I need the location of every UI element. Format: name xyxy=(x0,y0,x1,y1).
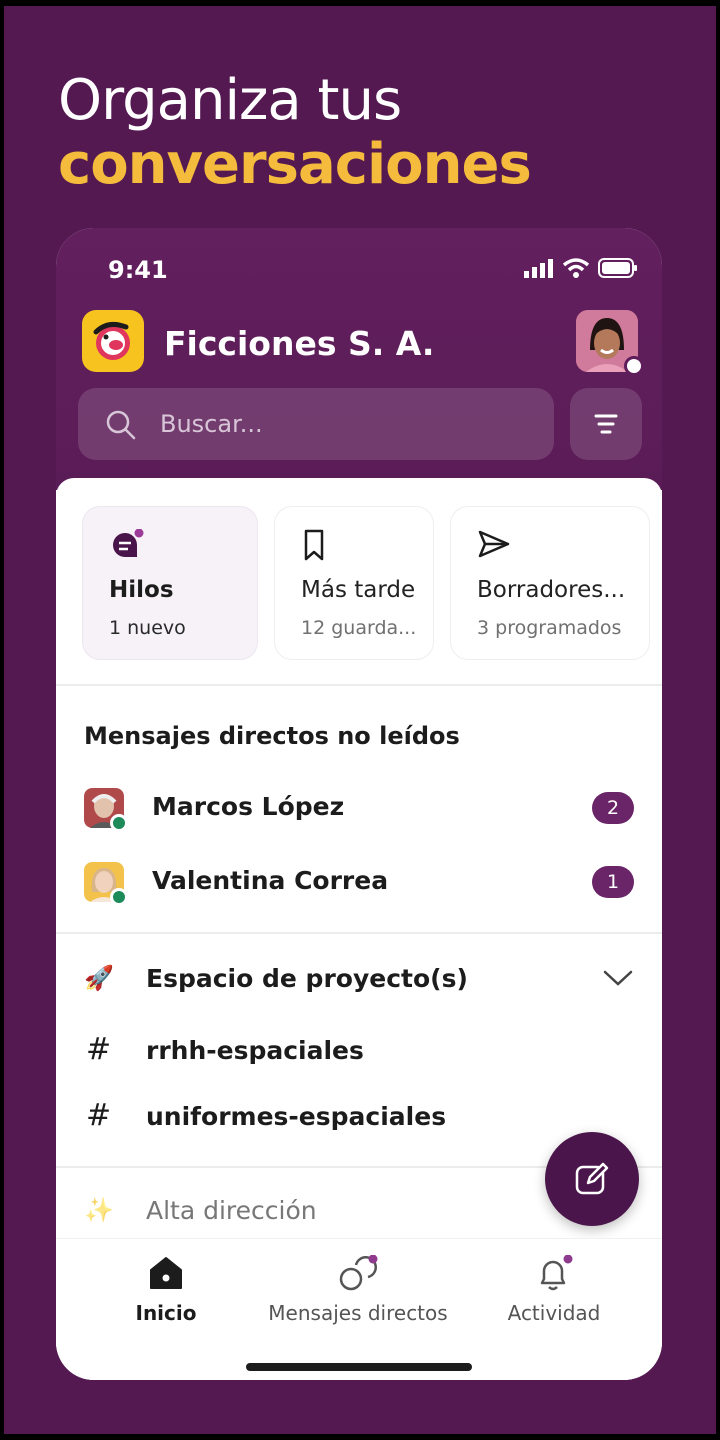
card-drafts-subtitle: 3 programados xyxy=(477,617,622,639)
bell-icon xyxy=(540,1255,573,1291)
workspace-logo-icon xyxy=(93,321,130,360)
tab-activity-label: Actividad xyxy=(507,1301,601,1325)
app-header: 9:41 Ficciones S. A. Buscar... xyxy=(56,228,662,490)
messages-icon xyxy=(339,1255,378,1291)
card-threads-title: Hilos xyxy=(109,577,174,603)
workspace-name[interactable]: Ficciones S. A. xyxy=(164,324,434,363)
tab-home[interactable]: Inicio xyxy=(66,1251,266,1341)
divider xyxy=(56,684,662,686)
tab-direct-messages-label: Mensajes directos xyxy=(268,1301,448,1325)
tab-direct-messages[interactable]: Mensajes directos xyxy=(258,1251,458,1341)
sparkles-icon: ✨ xyxy=(84,1196,114,1224)
card-later[interactable]: Más tarde 12 guarda... xyxy=(274,506,434,660)
hash-icon: # xyxy=(86,1032,112,1067)
filter-icon xyxy=(594,414,618,434)
hash-icon: # xyxy=(86,1098,112,1133)
presence-indicator xyxy=(624,356,644,376)
section-project-space[interactable]: 🚀 Espacio de proyecto(s) xyxy=(56,954,662,1010)
search-placeholder: Buscar... xyxy=(160,410,263,438)
compose-button[interactable] xyxy=(545,1132,639,1226)
online-indicator xyxy=(110,814,128,832)
search-icon xyxy=(106,410,136,440)
card-drafts[interactable]: Borradores... 3 programados xyxy=(450,506,650,660)
home-icon xyxy=(150,1257,182,1289)
card-later-subtitle: 12 guarda... xyxy=(301,617,417,639)
online-indicator xyxy=(110,888,128,906)
channel-name: uniformes-espaciales xyxy=(146,1102,447,1131)
battery-icon xyxy=(598,258,637,278)
unread-dms-heading: Mensajes directos no leídos xyxy=(84,722,460,750)
card-drafts-title: Borradores... xyxy=(477,577,626,603)
card-threads[interactable]: Hilos 1 nuevo xyxy=(82,506,258,660)
tab-activity[interactable]: Actividad xyxy=(454,1251,654,1341)
filter-button[interactable] xyxy=(570,388,642,460)
unread-badge: 1 xyxy=(592,866,634,898)
tab-home-label: Inicio xyxy=(135,1301,197,1325)
threads-icon xyxy=(113,529,144,557)
divider xyxy=(56,932,662,934)
status-icons xyxy=(524,258,638,278)
rocket-icon: 🚀 xyxy=(84,964,114,992)
unread-badge: 2 xyxy=(592,792,634,824)
phone-screen: 9:41 Ficciones S. A. Buscar... Hilos 1 n… xyxy=(56,228,662,1380)
channel-name: rrhh-espaciales xyxy=(146,1036,364,1065)
home-indicator xyxy=(246,1363,472,1371)
workspace-logo[interactable] xyxy=(82,310,144,372)
compose-icon xyxy=(575,1162,609,1195)
dm-row-marcos[interactable]: Marcos López 2 xyxy=(56,782,662,842)
dm-row-valentina[interactable]: Valentina Correa 1 xyxy=(56,856,662,916)
profile-avatar[interactable] xyxy=(576,310,644,376)
dm-name: Marcos López xyxy=(152,792,345,821)
bottom-tab-bar: Inicio Mensajes directos Actividad xyxy=(56,1238,662,1380)
page-background: Organiza tus conversaciones 9:41 Ficcion… xyxy=(4,6,716,1434)
headline-line-1: Organiza tus xyxy=(58,68,402,133)
section-title: Espacio de proyecto(s) xyxy=(146,964,468,993)
dm-name: Valentina Correa xyxy=(152,866,389,895)
send-icon xyxy=(478,530,510,558)
section-title: Alta dirección xyxy=(146,1196,317,1225)
signal-icon xyxy=(524,259,553,278)
headline-line-2: conversaciones xyxy=(58,132,532,197)
channel-row[interactable]: # rrhh-espaciales xyxy=(56,1024,662,1078)
chevron-down-icon[interactable] xyxy=(602,968,634,988)
wifi-icon xyxy=(562,258,590,278)
search-input[interactable]: Buscar... xyxy=(78,388,554,460)
status-time: 9:41 xyxy=(108,256,168,284)
card-threads-subtitle: 1 nuevo xyxy=(109,617,186,639)
card-later-title: Más tarde xyxy=(301,577,416,603)
bookmark-icon xyxy=(304,529,324,561)
